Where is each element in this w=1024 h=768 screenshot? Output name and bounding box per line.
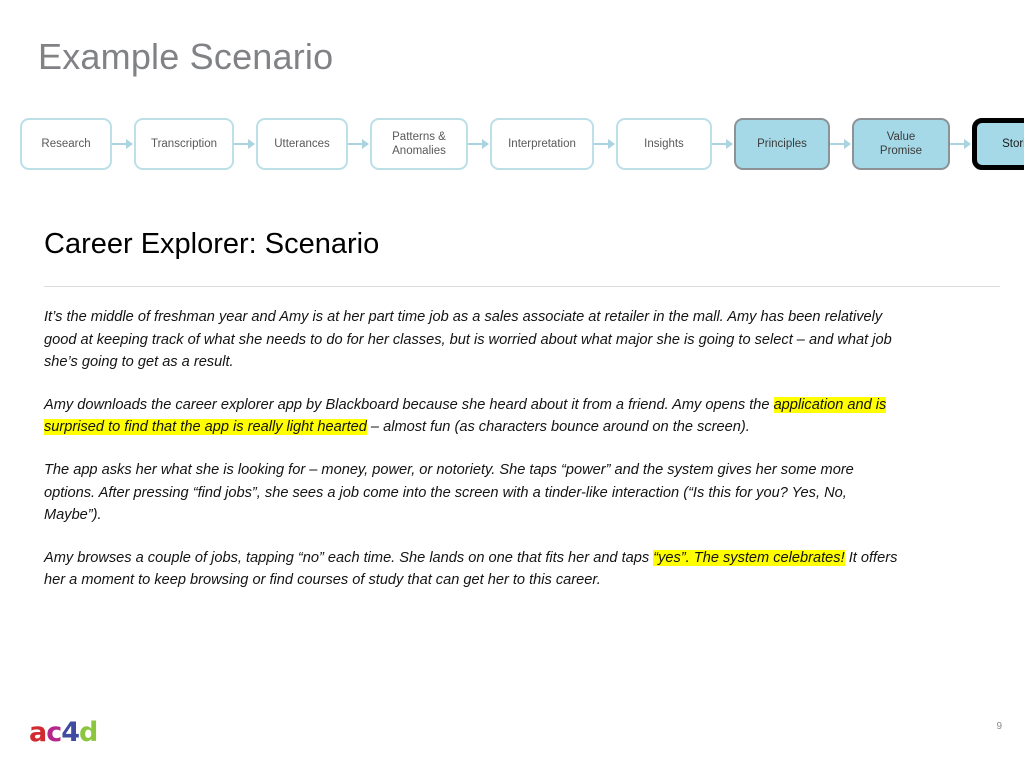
scenario-body-copy: It’s the middle of freshman year and Amy… <box>44 306 906 592</box>
flow-step-label: Value Promise <box>879 130 923 157</box>
arrow-right-icon <box>468 138 490 150</box>
flow-step-label: Interpretation <box>508 137 576 150</box>
process-flow-diagram: Research Transcription Utterances Patterns … <box>20 114 1024 174</box>
flow-step-label: Insights <box>644 137 684 150</box>
arrow-right-icon <box>234 138 256 150</box>
flow-step-label: Principles <box>757 137 807 150</box>
page-number: 9 <box>996 721 1002 732</box>
body-text: The app asks her what she is looking for… <box>44 461 854 524</box>
flow-step-value-promise[interactable]: Value Promise <box>852 118 950 170</box>
ac4d-logo: ac4d <box>29 717 98 748</box>
logo-char-4: 4 <box>61 717 80 748</box>
flow-step-interpretation[interactable]: Interpretation <box>490 118 594 170</box>
paragraph-2: Amy downloads the career explorer app by… <box>44 394 906 439</box>
flow-step-research[interactable]: Research <box>20 118 112 170</box>
arrow-right-icon <box>712 138 734 150</box>
page-title: Example Scenario <box>38 36 334 77</box>
flow-step-label: Transcription <box>150 137 218 150</box>
heading-divider <box>44 286 1000 287</box>
body-text: Amy browses a couple of jobs, tapping “n… <box>44 549 654 566</box>
body-text: – almost fun (as characters bounce aroun… <box>366 419 750 436</box>
flow-step-transcription[interactable]: Transcription <box>134 118 234 170</box>
highlighted-text: “yes”. The system celebrates! <box>653 549 845 566</box>
logo-char-d: d <box>79 717 98 748</box>
arrow-right-icon <box>112 138 134 150</box>
paragraph-3: The app asks her what she is looking for… <box>44 459 906 527</box>
flow-step-patterns-anomalies[interactable]: Patterns & Anomalies <box>370 118 468 170</box>
arrow-right-icon <box>830 138 852 150</box>
flow-step-label: Stories <box>1002 137 1024 150</box>
flow-step-label: Utterances <box>274 137 330 150</box>
flow-step-label: Research <box>41 137 91 150</box>
arrow-right-icon <box>348 138 370 150</box>
logo-char-c: c <box>46 717 62 748</box>
arrow-right-icon <box>950 138 972 150</box>
logo-char-a: a <box>29 717 47 748</box>
section-heading: Career Explorer: Scenario <box>44 228 380 260</box>
flow-step-stories[interactable]: Stories <box>972 118 1024 170</box>
paragraph-4: Amy browses a couple of jobs, tapping “n… <box>44 547 906 592</box>
paragraph-1: It’s the middle of freshman year and Amy… <box>44 306 906 374</box>
flow-step-label: Patterns & Anomalies <box>392 130 446 157</box>
body-text: It’s the middle of freshman year and Amy… <box>44 309 892 371</box>
flow-step-utterances[interactable]: Utterances <box>256 118 348 170</box>
arrow-right-icon <box>594 138 616 150</box>
flow-step-principles[interactable]: Principles <box>734 118 830 170</box>
flow-step-insights[interactable]: Insights <box>616 118 712 170</box>
body-text: Amy downloads the career explorer app by… <box>44 396 774 413</box>
